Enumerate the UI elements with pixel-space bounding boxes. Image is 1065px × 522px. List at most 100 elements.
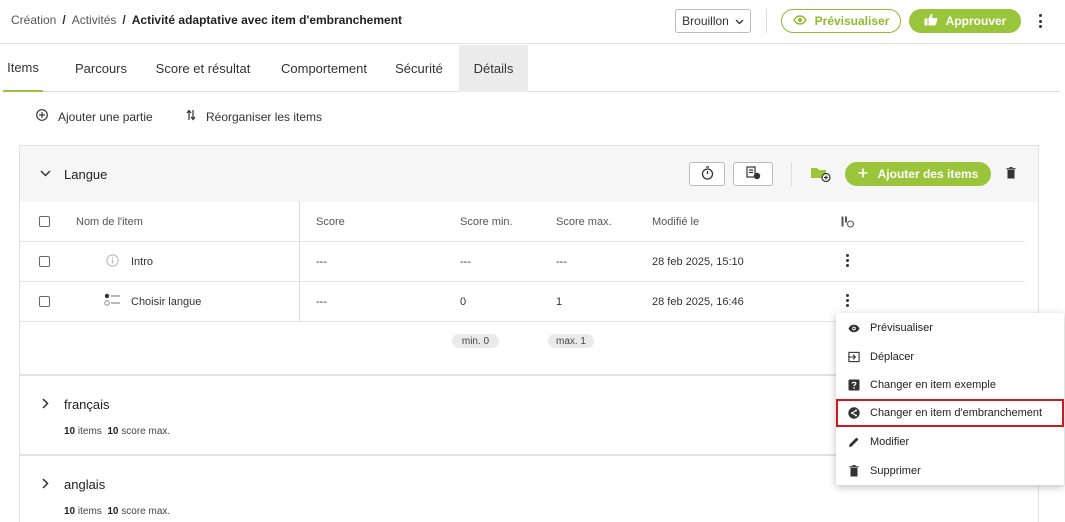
item-modified: 28 feb 2025, 15:10: [652, 256, 744, 268]
tab-items[interactable]: Items: [3, 45, 43, 92]
menu-item-label: Déplacer: [870, 351, 915, 363]
menu-item-label: Changer en item d'embranchement: [870, 407, 1043, 419]
menu-item-delete[interactable]: Supprimer: [836, 457, 1064, 485]
stopwatch-icon: [701, 165, 714, 183]
section-header: Langue Ajouter des items: [20, 146, 1038, 202]
menu-item-move[interactable]: Déplacer: [836, 343, 1064, 371]
breadcrumb: Création / Activités / Activité adaptati…: [11, 13, 402, 27]
menu-item-label: Supprimer: [870, 465, 921, 477]
score-max-value: 10: [107, 426, 119, 437]
add-part-button[interactable]: Ajouter une partie: [36, 109, 153, 124]
section-title: anglais: [64, 477, 106, 492]
items-count-label: items: [77, 506, 102, 517]
list-settings-icon: [745, 165, 761, 183]
plus-icon: [858, 167, 868, 181]
choice-list-icon: [104, 293, 121, 309]
breadcrumb-item-activites[interactable]: Activités: [72, 13, 117, 27]
menu-item-label: Prévisualiser: [870, 322, 933, 334]
chevron-right-icon[interactable]: [42, 478, 49, 492]
move-icon: [848, 351, 860, 363]
folder-add-icon[interactable]: [810, 165, 831, 185]
branch-icon: [848, 407, 860, 419]
score-max-label: score max.: [121, 506, 171, 517]
row-checkbox[interactable]: [39, 296, 50, 307]
column-separator: [299, 202, 300, 322]
section-title: Langue: [64, 167, 108, 182]
breadcrumb-separator: /: [122, 13, 126, 27]
column-header-score-min[interactable]: Score min.: [460, 216, 513, 228]
pencil-icon: [848, 436, 860, 448]
approve-button-label: Approuver: [945, 14, 1007, 28]
column-settings-icon[interactable]: [841, 216, 855, 231]
tab-score-et-resultat[interactable]: Score et résultat: [149, 45, 257, 92]
section-summary: 10 items 10 score max.: [64, 506, 170, 517]
item-name-choisir-langue[interactable]: Choisir langue: [131, 296, 201, 308]
min-score-pill: min. 0: [452, 334, 499, 348]
score-max-value: 10: [107, 506, 119, 517]
reorder-items-button[interactable]: Réorganiser les items: [186, 109, 322, 124]
sort-arrows-icon: [186, 109, 196, 124]
breadcrumb-separator: /: [62, 13, 66, 27]
status-select-value: Brouillon: [682, 14, 729, 28]
eye-icon: [792, 14, 807, 28]
menu-item-preview[interactable]: Prévisualiser: [836, 314, 1064, 342]
items-count: 10: [64, 506, 76, 517]
breadcrumb-current: Activité adaptative avec item d'embranch…: [131, 13, 403, 27]
reorder-items-label: Réorganiser les items: [206, 109, 323, 124]
column-header-name[interactable]: Nom de l'item: [76, 216, 143, 228]
item-score-max: ---: [556, 256, 567, 268]
item-modified: 28 feb 2025, 16:46: [652, 296, 744, 308]
plus-circle-icon: [36, 109, 48, 124]
item-score-max: 1: [556, 296, 563, 308]
status-select[interactable]: Brouillon: [675, 9, 751, 33]
row-divider: [20, 281, 1025, 282]
add-part-label: Ajouter une partie: [58, 109, 153, 124]
question-icon: [848, 379, 860, 391]
select-all-checkbox[interactable]: [39, 216, 50, 227]
column-header-modified[interactable]: Modifié le: [652, 216, 699, 228]
tab-parcours[interactable]: Parcours: [61, 45, 141, 92]
row-divider: [20, 241, 1025, 242]
approve-button[interactable]: Approuver: [909, 9, 1021, 33]
menu-item-branching[interactable]: Changer en item d'embranchement: [836, 399, 1064, 427]
menu-item-label: Modifier: [870, 436, 910, 448]
preview-button-label: Prévisualiser: [814, 14, 890, 28]
row-checkbox[interactable]: [39, 256, 50, 267]
tab-securite[interactable]: Sécurité: [388, 45, 450, 92]
thumbs-up-icon: [924, 13, 938, 29]
trash-icon: [848, 465, 860, 477]
eye-icon: [848, 322, 860, 334]
item-score-min: 0: [460, 296, 467, 308]
row-kebab-icon[interactable]: [846, 294, 850, 307]
chevron-right-icon[interactable]: [42, 398, 49, 412]
column-header-score[interactable]: Score: [316, 216, 345, 228]
menu-item-example[interactable]: Changer en item exemple: [836, 371, 1064, 399]
score-max-label: score max.: [121, 426, 171, 437]
menu-item-edit[interactable]: Modifier: [836, 428, 1064, 456]
item-settings-button[interactable]: [733, 162, 773, 186]
max-score-pill: max. 1: [548, 334, 594, 348]
tab-bar: Items Parcours Score et résultat Comport…: [3, 45, 1060, 92]
trash-icon[interactable]: [1006, 167, 1016, 182]
tab-comportement[interactable]: Comportement: [271, 45, 377, 92]
item-score: ---: [316, 296, 327, 308]
add-items-button[interactable]: Ajouter des items: [845, 162, 991, 186]
more-options-icon[interactable]: [1035, 12, 1045, 30]
header-divider: [766, 9, 767, 33]
items-count-label: items: [77, 426, 102, 437]
item-score-min: ---: [460, 256, 471, 268]
add-items-label: Ajouter des items: [877, 167, 979, 181]
info-icon: [106, 254, 119, 270]
timer-button[interactable]: [689, 162, 725, 186]
section-header-divider: [791, 162, 792, 186]
preview-button[interactable]: Prévisualiser: [781, 9, 901, 33]
breadcrumb-item-creation[interactable]: Création: [11, 13, 56, 27]
items-count: 10: [64, 426, 76, 437]
tab-details[interactable]: Détails: [459, 45, 528, 92]
column-header-score-max[interactable]: Score max.: [556, 216, 612, 228]
item-context-menu: Prévisualiser Déplacer Changer en item e…: [836, 313, 1064, 485]
chevron-down-icon: [735, 14, 744, 28]
item-name-intro[interactable]: Intro: [131, 256, 153, 268]
row-kebab-icon[interactable]: [846, 254, 850, 267]
chevron-down-icon[interactable]: [40, 166, 51, 180]
